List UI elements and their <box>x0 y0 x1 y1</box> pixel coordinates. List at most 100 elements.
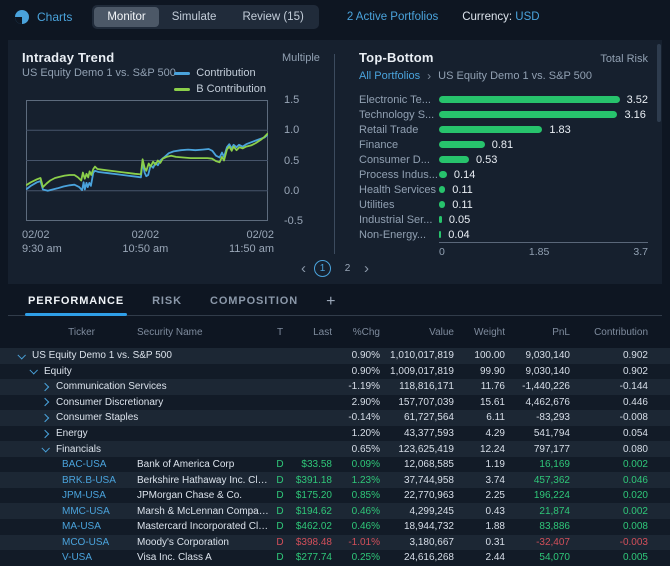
risk-bar-row[interactable]: Industrial Ser... 0.05 <box>359 212 648 227</box>
ticker-cell[interactable]: V-USA <box>0 552 130 563</box>
active-portfolios-link[interactable]: 2 Active Portfolios <box>347 11 438 23</box>
security-name-cell: Berkshire Hathaway Inc. Clas... <box>137 474 270 486</box>
pct-change-cell: 0.90% <box>351 365 380 377</box>
column-header-ticker[interactable]: Ticker <box>0 327 130 338</box>
value-cell: 4,299,245 <box>409 505 455 517</box>
table-row-group[interactable]: Consumer Staples -0.14% 61,727,564 6.11 -83,… <box>0 410 670 426</box>
contribution-cell: 0.446 <box>622 396 648 408</box>
risk-bar-value: 0.81 <box>491 138 514 151</box>
risk-bar-row[interactable]: Retail Trade 1.83 <box>359 122 648 137</box>
trend-plot[interactable] <box>25 100 269 221</box>
risk-bar-category: Finance <box>359 138 399 151</box>
chevron-right-icon[interactable] <box>40 382 50 392</box>
currency-setting: Currency: USD <box>462 11 539 23</box>
weight-cell: 99.90 <box>479 365 505 377</box>
risk-bar-axis: 0 1.85 3.7 <box>439 242 648 258</box>
value-cell: 12,068,585 <box>403 459 454 471</box>
table-row-group[interactable]: Communication Services -1.19% 118,816,171 1… <box>0 379 670 395</box>
trend-line-chart <box>25 100 269 221</box>
chevron-down-icon[interactable] <box>29 366 38 375</box>
pct-change-cell: 0.85% <box>351 490 380 502</box>
risk-bar-value: 0.05 <box>448 213 471 226</box>
column-header-security-name[interactable]: Security Name <box>130 327 270 338</box>
value-cell: 37,744,958 <box>403 474 454 486</box>
type-cell: D <box>276 521 284 533</box>
column-header-last[interactable]: Last <box>290 327 332 338</box>
risk-bar-row[interactable]: Consumer D... 0.53 <box>359 152 648 167</box>
weight-cell: 2.44 <box>485 552 505 564</box>
weight-cell: 0.31 <box>485 536 505 548</box>
pct-change-cell: 0.90% <box>351 350 380 362</box>
ticker-cell[interactable]: BAC-USA <box>0 459 130 470</box>
risk-bar-category: Industrial Ser... <box>359 213 433 226</box>
table-row[interactable]: MA-USA Mastercard Incorporated Clas... D $4… <box>0 519 670 535</box>
column-header-weight[interactable]: Weight <box>454 327 505 338</box>
value-cell: 22,770,963 <box>403 490 454 502</box>
risk-bar-zone: 0.05 <box>439 214 648 226</box>
chevron-right-icon[interactable] <box>40 413 50 423</box>
chevron-down-icon[interactable] <box>17 350 26 360</box>
table-row-group[interactable]: Financials 0.65% 123,625,419 12.24 797,177 0.… <box>0 441 670 457</box>
charts-brand[interactable]: Charts <box>14 9 72 25</box>
risk-bar-row[interactable]: Utilities 0.11 <box>359 197 648 212</box>
table-row-group[interactable]: Consumer Discretionary 2.90% 157,707,039 15… <box>0 394 670 411</box>
table-row[interactable]: V-USA Visa Inc. Class A D $277.74 0.25% 24,61… <box>0 550 670 566</box>
column-header-contribution[interactable]: Contribution <box>570 327 648 338</box>
table-row[interactable]: BAC-USA Bank of America Corp D $33.58 0.09% 1… <box>0 456 670 473</box>
pagination-page-1[interactable]: 1 <box>314 260 331 277</box>
tab-risk[interactable]: RISK <box>152 295 182 315</box>
pagination-next-icon[interactable]: › <box>364 261 369 276</box>
add-tab-button[interactable]: + <box>326 293 335 315</box>
table-row-group[interactable]: US Equity Demo 1 vs. S&P 500 0.90% 1,010,0… <box>0 348 670 364</box>
risk-bar-row[interactable]: Health Services 0.11 <box>359 182 648 197</box>
total-risk-label: Total Risk <box>600 53 648 65</box>
risk-bar-category: Process Indus... <box>359 168 438 181</box>
table-row[interactable]: BRK.B-USA Berkshire Hathaway Inc. Clas...… <box>0 472 670 488</box>
pagination-prev-icon[interactable]: ‹ <box>301 261 306 276</box>
risk-bar-row[interactable]: Electronic Te... 3.52 <box>359 92 648 107</box>
security-name-cell: Mastercard Incorporated Clas... <box>137 521 270 533</box>
mode-tab-simulate[interactable]: Simulate <box>159 7 230 27</box>
type-cell: D <box>276 505 284 517</box>
risk-bar <box>439 231 442 238</box>
ticker-cell[interactable]: JPM-USA <box>0 490 130 501</box>
mode-tab-monitor[interactable]: Monitor <box>94 7 159 27</box>
mode-tab-review-15-[interactable]: Review (15) <box>229 7 316 27</box>
pnl-cell: 4,462,676 <box>525 396 571 408</box>
risk-bar-row[interactable]: Finance 0.81 <box>359 137 648 152</box>
type-cell: D <box>276 536 284 548</box>
table-row-group[interactable]: Energy 1.20% 43,377,593 4.29 541,794 0.054 <box>0 425 670 442</box>
last-cell: $175.20 <box>295 490 332 502</box>
risk-bar-row[interactable]: Non-Energy... 0.04 <box>359 227 648 242</box>
pnl-cell: 541,794 <box>533 428 570 439</box>
table-row[interactable]: MCO-USA Moody's Corporation D $398.48 -1.01%… <box>0 534 670 551</box>
tab-composition[interactable]: COMPOSITION <box>210 295 298 315</box>
currency-value[interactable]: USD <box>515 11 539 23</box>
risk-axis-tick: 0 <box>439 246 445 258</box>
risk-bar-row[interactable]: Technology S... 3.16 <box>359 107 648 122</box>
ticker-cell[interactable]: MA-USA <box>0 521 130 532</box>
table-row[interactable]: MMC-USA Marsh & McLennan Companie... D $194… <box>0 503 670 520</box>
ticker-cell[interactable]: BRK.B-USA <box>0 475 130 486</box>
column-header-value[interactable]: Value <box>380 327 454 338</box>
table-row-group[interactable]: Equity 0.90% 1,009,017,819 99.90 9,030,140 0.… <box>0 363 670 380</box>
ticker-cell[interactable]: MMC-USA <box>0 506 130 517</box>
column-header--chg[interactable]: %Chg <box>332 327 380 338</box>
charts-panel-container: Intraday Trend US Equity Demo 1 vs. S&P … <box>8 40 662 284</box>
chevron-down-icon[interactable] <box>41 444 50 453</box>
breadcrumb-all-portfolios[interactable]: All Portfolios <box>359 70 420 82</box>
tab-performance[interactable]: PERFORMANCE <box>24 295 128 316</box>
risk-bar-row[interactable]: Process Indus... 0.14 <box>359 167 648 182</box>
panel-scrollbar[interactable] <box>657 44 661 122</box>
pagination-page-2[interactable]: 2 <box>339 260 356 277</box>
ticker-cell[interactable]: MCO-USA <box>0 537 130 548</box>
column-header-t[interactable]: T <box>270 327 290 338</box>
contribution-cell: 0.902 <box>622 365 648 377</box>
chevron-right-icon[interactable] <box>40 429 50 438</box>
column-header-pnl[interactable]: PnL <box>505 327 570 338</box>
table-row[interactable]: JPM-USA JPMorgan Chase & Co. D $175.20 0.85%… <box>0 487 670 504</box>
chevron-right-icon[interactable] <box>40 398 50 407</box>
pnl-cell: 457,362 <box>533 474 570 486</box>
pnl-cell: -32,407 <box>536 536 570 548</box>
type-cell: D <box>276 552 284 564</box>
